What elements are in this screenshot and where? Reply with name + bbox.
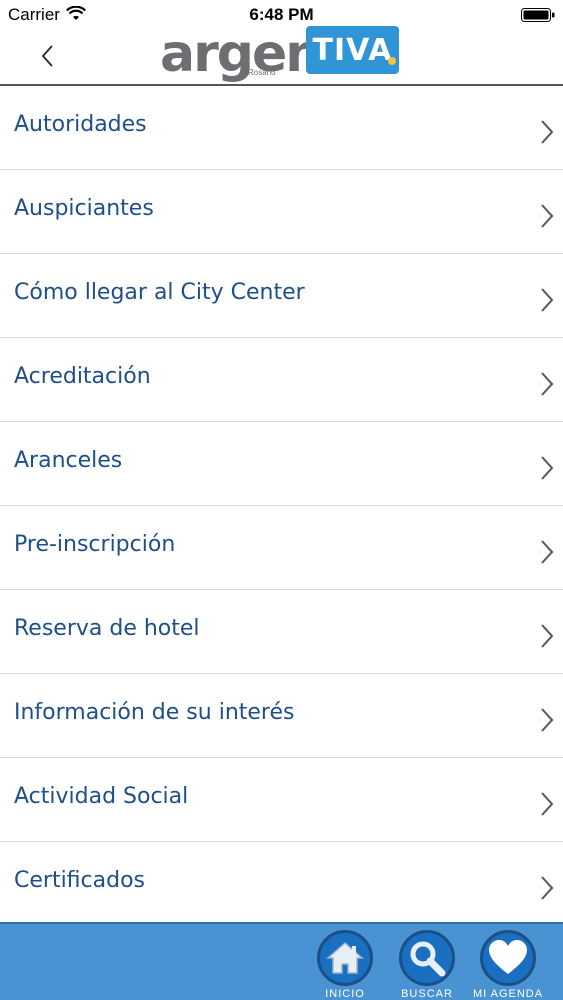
menu-item-informacion[interactable]: Información de su interés <box>0 674 563 758</box>
status-time: 6:48 PM <box>249 5 314 24</box>
chevron-right-icon <box>541 288 554 312</box>
menu-item-label: Reserva de hotel <box>14 616 200 641</box>
chevron-left-icon <box>41 45 53 67</box>
menu-item-auspiciantes[interactable]: Auspiciantes <box>0 170 563 254</box>
navigation-bar: argen TIVA Rosario <box>0 26 563 86</box>
menu-item-label: Acreditación <box>14 364 151 389</box>
sun-icon <box>388 57 396 65</box>
logo-text-left: argen <box>160 24 322 84</box>
menu-item-como-llegar[interactable]: Cómo llegar al City Center <box>0 254 563 338</box>
menu-list: Autoridades Auspiciantes Cómo llegar al … <box>0 86 563 922</box>
chevron-right-icon <box>541 624 554 648</box>
logo-text-right: TIVA <box>312 32 393 68</box>
menu-item-label: Certificados <box>14 868 146 893</box>
menu-item-label: Pre-inscripción <box>14 532 176 557</box>
tab-label: MI AGENDA <box>472 988 544 1000</box>
battery-icon <box>521 8 555 22</box>
chevron-right-icon <box>541 204 554 228</box>
logo-subtitle: Rosario <box>248 68 276 77</box>
menu-item-label: Información de su interés <box>14 700 295 725</box>
back-button[interactable] <box>30 38 66 74</box>
tab-bar: INICIO BUSCAR MI AGENDA <box>0 922 563 1000</box>
menu-item-autoridades[interactable]: Autoridades <box>0 86 563 170</box>
chevron-right-icon <box>541 120 554 144</box>
chevron-right-icon <box>541 792 554 816</box>
home-icon <box>326 941 364 974</box>
menu-item-label: Aranceles <box>14 448 123 473</box>
menu-item-certificados[interactable]: Certificados <box>0 842 563 926</box>
menu-item-aranceles[interactable]: Aranceles <box>0 422 563 506</box>
app-logo: argen TIVA Rosario <box>160 26 402 82</box>
chevron-right-icon <box>541 708 554 732</box>
search-icon <box>410 941 446 977</box>
logo-badge: TIVA <box>306 26 399 74</box>
tab-icon-circle <box>399 930 455 986</box>
chevron-right-icon <box>541 372 554 396</box>
menu-item-pre-inscripcion[interactable]: Pre-inscripción <box>0 506 563 590</box>
menu-item-label: Actividad Social <box>14 784 189 809</box>
chevron-right-icon <box>541 456 554 480</box>
heart-icon <box>489 940 527 974</box>
tab-icon-circle <box>317 930 373 986</box>
menu-item-acreditacion[interactable]: Acreditación <box>0 338 563 422</box>
menu-item-label: Autoridades <box>14 112 147 137</box>
tab-icon-circle <box>480 930 536 986</box>
menu-item-reserva-hotel[interactable]: Reserva de hotel <box>0 590 563 674</box>
tab-mi-agenda[interactable]: MI AGENDA <box>463 930 553 1000</box>
chevron-right-icon <box>541 876 554 900</box>
menu-item-label: Cómo llegar al City Center <box>14 280 305 305</box>
chevron-right-icon <box>541 540 554 564</box>
menu-item-actividad-social[interactable]: Actividad Social <box>0 758 563 842</box>
menu-item-label: Auspiciantes <box>14 196 154 221</box>
